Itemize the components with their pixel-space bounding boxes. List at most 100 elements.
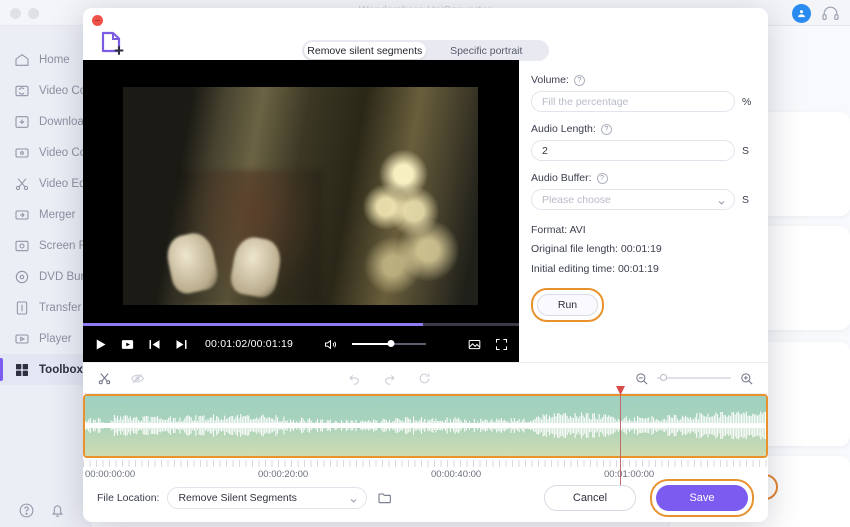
format-text: Format: AVI (531, 224, 586, 236)
original-length-text: Original file length: 00:01:19 (531, 243, 662, 256)
toolbox-icon (14, 362, 30, 378)
video-converter-icon (14, 83, 30, 99)
sidebar-nav: Home Video Converter Downloader Video Co… (0, 26, 134, 385)
bell-icon[interactable] (49, 502, 66, 519)
user-avatar-icon[interactable] (792, 4, 811, 23)
folder-icon[interactable] (377, 490, 393, 506)
scissors-icon[interactable] (97, 371, 112, 386)
run-button-highlight: Run (531, 288, 604, 323)
zoom-out-icon[interactable] (634, 371, 649, 386)
timeline-history-tools (145, 371, 634, 386)
video-preview[interactable]: 00:01:02/00:01:19 (83, 60, 519, 362)
player-icon (14, 331, 30, 347)
audio-buffer-unit: S (742, 193, 750, 206)
zoom-slider[interactable] (657, 374, 731, 381)
audio-length-input[interactable]: 2 (531, 140, 735, 161)
redo-icon[interactable] (382, 371, 397, 386)
volume-slider[interactable] (352, 340, 427, 347)
sidebar-item-label: Toolbox (39, 363, 83, 376)
file-location-value: Remove Silent Segments (178, 492, 297, 504)
sidebar-item-video-converter[interactable]: Video Converter (0, 75, 122, 106)
sidebar-item-video-editor[interactable]: Video Editor (0, 168, 101, 199)
save-button[interactable]: Save (656, 485, 748, 511)
audio-buffer-row: Please choose S (531, 189, 752, 210)
video-compressor-icon (14, 145, 30, 161)
audio-length-label: Audio Length: ? (531, 123, 752, 135)
waveform-path (85, 411, 766, 440)
sidebar-item-player[interactable]: Player (0, 323, 92, 354)
volume-label: Volume: ? (531, 74, 752, 86)
chevron-down-icon (718, 197, 725, 205)
ruler-ticks (83, 460, 768, 467)
audio-length-unit: S (742, 144, 750, 157)
remove-silent-segments-dialog: Remove silent segments Specific portrait (83, 8, 768, 522)
sidebar-item-transfer[interactable]: Transfer (0, 292, 92, 323)
audio-track-area (83, 394, 768, 458)
sidebar-item-label: Home (39, 53, 70, 66)
merger-icon (14, 207, 30, 223)
timeline-zoom-tools (634, 371, 754, 386)
volume-slider-fill (352, 343, 391, 345)
fullscreen-icon[interactable] (494, 337, 509, 352)
close-icon[interactable] (92, 15, 103, 26)
previous-frame-icon[interactable] (147, 337, 162, 352)
audio-track-selection[interactable] (83, 394, 768, 458)
cancel-button[interactable]: Cancel (544, 485, 636, 511)
sidebar-item-label: Merger (39, 208, 76, 221)
add-file-icon (99, 30, 127, 56)
audio-buffer-label: Audio Buffer: ? (531, 172, 752, 184)
app-window: Wondershare UniConverter theof your aits… (0, 0, 850, 527)
play-icon[interactable] (93, 337, 108, 352)
volume-input[interactable]: Fill the percentage (531, 91, 735, 112)
volume-icon[interactable] (323, 337, 338, 352)
sidebar-item-home[interactable]: Home (0, 44, 92, 75)
next-frame-icon[interactable] (174, 337, 189, 352)
screen-recorder-icon (14, 238, 30, 254)
file-location-select[interactable]: Remove Silent Segments (167, 487, 368, 509)
tab-remove-silent-segments[interactable]: Remove silent segments (304, 42, 426, 59)
chevron-down-icon (350, 495, 357, 503)
sidebar-footer (0, 502, 92, 519)
sidebar-item-toolbox[interactable]: Toolbox (0, 354, 92, 385)
playback-time: 00:01:02/00:01:19 (205, 338, 294, 350)
timeline-edit-tools (97, 371, 145, 386)
dialog-footer: File Location: Remove Silent Segments Ca… (83, 474, 768, 522)
reset-icon[interactable] (417, 371, 432, 386)
sidebar: Home Video Converter Downloader Video Co… (0, 26, 134, 527)
crop-icon[interactable] (467, 337, 482, 352)
audio-buffer-select[interactable]: Please choose (531, 189, 735, 210)
run-button[interactable]: Run (537, 294, 598, 317)
download-icon (14, 114, 30, 130)
help-icon[interactable]: ? (573, 74, 585, 86)
snapshot-icon[interactable] (120, 337, 135, 352)
sidebar-item-dvd-burner[interactable]: DVD Burner (0, 261, 101, 292)
timeline-toolbar (83, 362, 768, 394)
sidebar-item-downloader[interactable]: Downloader (0, 106, 100, 137)
sidebar-item-video-compressor[interactable]: Video Compressor (0, 137, 134, 168)
zoom-in-icon[interactable] (739, 371, 754, 386)
save-button-highlight: Save (650, 479, 754, 517)
volume-slider-knob[interactable] (387, 340, 395, 347)
help-icon[interactable]: ? (596, 172, 608, 184)
tab-specific-portrait[interactable]: Specific portrait (426, 42, 548, 59)
audio-waveform[interactable] (85, 396, 766, 456)
sidebar-item-screen-recorder[interactable]: Screen Recorder (0, 230, 126, 261)
audio-buffer-value: Please choose (542, 193, 611, 206)
question-circle-icon[interactable] (18, 502, 35, 519)
help-icon[interactable]: ? (600, 123, 612, 135)
undo-icon[interactable] (347, 371, 362, 386)
eye-off-icon[interactable] (130, 371, 145, 386)
headset-icon[interactable] (821, 4, 840, 23)
mode-tabs: Remove silent segments Specific portrait (302, 40, 549, 61)
dialog-body: 00:01:02/00:01:19 Volume: ? Fill the per… (83, 60, 768, 522)
audio-length-row: 2 S (531, 140, 752, 161)
volume-unit: % (742, 95, 752, 108)
sidebar-item-merger[interactable]: Merger (0, 199, 92, 230)
media-info: Format: AVI Original file length: 00:01:… (531, 221, 752, 279)
file-location-label: File Location: (97, 492, 160, 504)
initial-editing-time-text: Initial editing time: 00:01:19 (531, 262, 659, 275)
audio-length-label-text: Audio Length: (531, 123, 596, 135)
zoom-slider-knob[interactable] (660, 374, 667, 381)
dialog-header: Remove silent segments Specific portrait (83, 8, 768, 61)
options-panel: Volume: ? Fill the percentage % Audio Le… (519, 60, 768, 362)
